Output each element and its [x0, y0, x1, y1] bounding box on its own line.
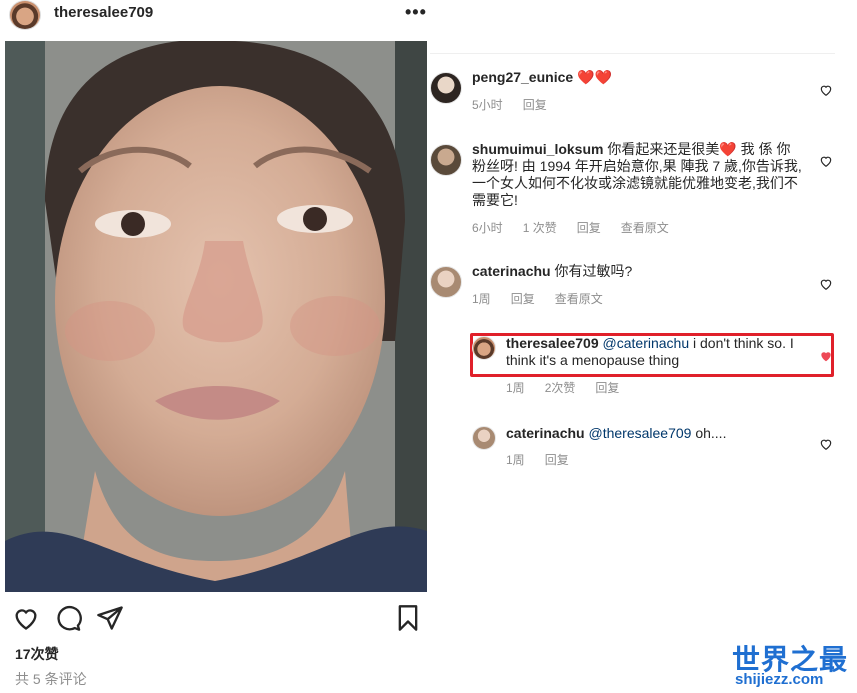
avatar[interactable]	[472, 426, 496, 450]
comment-count[interactable]: 共 5 条评论	[15, 669, 87, 689]
view-original-button[interactable]: 查看原文	[555, 292, 603, 306]
comment-like-count[interactable]: 2次赞	[545, 381, 576, 395]
reply-button[interactable]: 回复	[523, 98, 547, 112]
heart-outline-icon[interactable]	[819, 154, 833, 168]
heart-outline-icon[interactable]	[819, 437, 833, 451]
portrait-image	[5, 41, 427, 592]
reply-button[interactable]: 回复	[577, 221, 601, 235]
comment-username[interactable]: caterinachu	[472, 263, 551, 279]
bookmark-icon[interactable]	[394, 604, 422, 632]
comment-text: 你有过敏吗?	[554, 263, 633, 279]
reply-button[interactable]: 回复	[511, 292, 535, 306]
comment-like-count[interactable]: 1 次赞	[523, 221, 557, 235]
heart-outline-icon[interactable]	[819, 277, 833, 291]
comment-text: ❤️❤️	[577, 69, 612, 85]
heart-filled-icon[interactable]	[819, 349, 833, 363]
comment-time: 5小时	[472, 98, 503, 112]
comment-text: oh....	[695, 425, 727, 441]
avatar[interactable]	[430, 72, 462, 104]
paper-plane-icon[interactable]	[96, 604, 124, 632]
avatar[interactable]	[430, 144, 462, 176]
reply-button[interactable]: 回复	[545, 453, 569, 467]
comment-username[interactable]: theresalee709	[506, 335, 599, 351]
comment-username[interactable]: shumuimui_loksum	[472, 141, 603, 157]
mention-link[interactable]: @caterinachu	[603, 335, 690, 351]
comment-username[interactable]: caterinachu	[506, 425, 585, 441]
divider	[430, 53, 835, 54]
heart-outline-icon[interactable]	[12, 604, 40, 632]
reply-button[interactable]: 回复	[595, 381, 619, 395]
watermark-url: shijiezz.com	[735, 671, 824, 688]
post-username[interactable]: theresalee709	[54, 4, 153, 21]
post-actions	[10, 604, 420, 634]
comment-time: 1周	[506, 381, 525, 395]
avatar[interactable]	[9, 0, 41, 30]
post-header: theresalee709 •••	[0, 0, 430, 40]
avatar[interactable]	[472, 336, 496, 360]
avatar[interactable]	[430, 266, 462, 298]
view-original-button[interactable]: 查看原文	[621, 221, 669, 235]
like-count[interactable]: 17次赞	[15, 644, 59, 664]
more-options-icon[interactable]: •••	[405, 2, 427, 23]
comment-time: 1周	[472, 292, 491, 306]
heart-outline-icon[interactable]	[819, 83, 833, 97]
comment-time: 1周	[506, 453, 525, 467]
comment-bubble-icon[interactable]	[54, 604, 82, 632]
comment-time: 6小时	[472, 221, 503, 235]
post-photo[interactable]	[5, 41, 427, 592]
comment-username[interactable]: peng27_eunice	[472, 69, 573, 85]
mention-link[interactable]: @theresalee709	[588, 425, 691, 441]
